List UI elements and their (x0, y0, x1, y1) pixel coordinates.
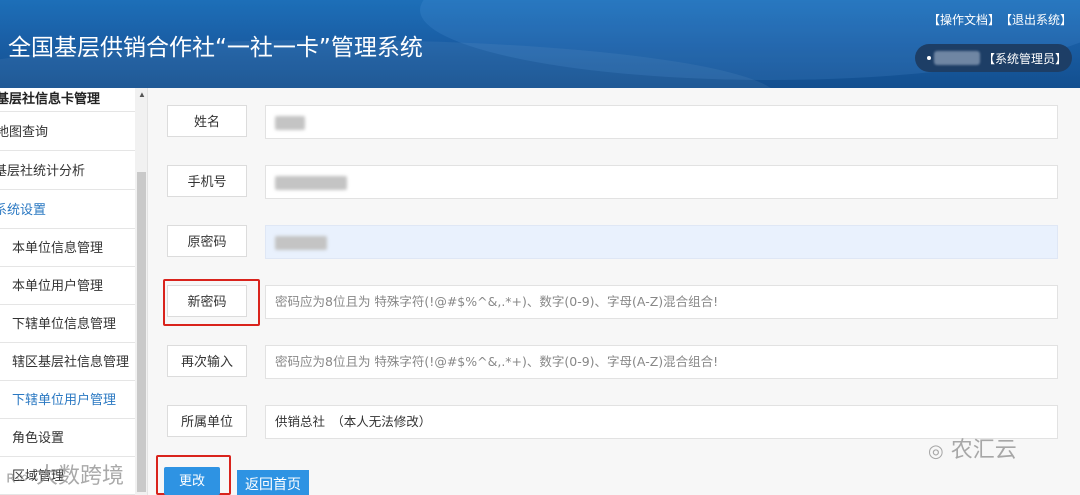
old-password-label: 原密码 (167, 225, 247, 257)
sidebar-menu: 基层社信息卡管理 地图查询 基层社统计分析 系统设置 本单位信息管理 本单位用户… (0, 88, 135, 495)
user-dot (927, 56, 931, 60)
phone-field (265, 165, 1058, 199)
sidebar-item-role-settings[interactable]: 角色设置 (0, 419, 135, 457)
user-role: 【系统管理员】 (983, 51, 1068, 66)
old-password-redacted (275, 235, 327, 250)
name-label: 姓名 (167, 105, 247, 137)
wechat-icon: ◎ (928, 441, 944, 462)
sidebar-item-sub-unit-info[interactable]: 下辖单位信息管理 (0, 305, 135, 343)
user-name-redacted (934, 51, 980, 65)
watermark-logo-icon: ʀ∞ (6, 467, 29, 487)
user-badge: 【系统管理员】 (915, 44, 1072, 72)
sidebar-item-unit-users[interactable]: 本单位用户管理 (0, 267, 135, 305)
confirm-password-label: 再次输入 (167, 345, 247, 377)
unit-label: 所属单位 (167, 405, 247, 437)
sidebar: 基层社信息卡管理 地图查询 基层社统计分析 系统设置 本单位信息管理 本单位用户… (0, 88, 148, 495)
sidebar-item-region-coops[interactable]: 辖区基层社信息管理 (0, 343, 135, 381)
sidebar-item-map-query[interactable]: 地图查询 (0, 112, 135, 151)
name-field (265, 105, 1058, 139)
top-links: 【操作文档】 【退出系统】 (922, 11, 1072, 28)
scroll-thumb[interactable] (137, 172, 146, 492)
watermark-right: ◎ 农汇云 (928, 438, 1017, 463)
phone-redacted (275, 175, 347, 190)
sidebar-item-statistics[interactable]: 基层社统计分析 (0, 151, 135, 190)
old-password-row: 原密码 (148, 225, 1080, 261)
name-redacted (275, 115, 305, 130)
docs-link[interactable]: 【操作文档】 (928, 13, 1000, 27)
sidebar-item-sub-unit-users[interactable]: 下辖单位用户管理 (0, 381, 135, 419)
phone-row: 手机号 (148, 165, 1080, 201)
watermark-left: ʀ∞ 大数跨境 (6, 464, 124, 489)
logout-link[interactable]: 【退出系统】 (1006, 13, 1072, 27)
sidebar-item-unit-info[interactable]: 本单位信息管理 (0, 229, 135, 267)
app-header: 全国基层供销合作社“一社一卡”管理系统 【操作文档】 【退出系统】 【系统管理员】 (0, 0, 1080, 88)
scroll-up-arrow-icon[interactable]: ▲ (138, 90, 146, 99)
update-button[interactable]: 更改 (164, 467, 220, 495)
name-row: 姓名 (148, 105, 1080, 141)
sidebar-item-card-management[interactable]: 基层社信息卡管理 (0, 88, 135, 112)
sidebar-item-system-settings[interactable]: 系统设置 (0, 190, 135, 229)
sidebar-scrollbar[interactable]: ▲ (135, 88, 147, 495)
phone-label: 手机号 (167, 165, 247, 197)
new-password-input[interactable]: 密码应为8位且为 特殊字符(!@#$%^&,.*+)、数字(0-9)、字母(A-… (265, 285, 1058, 319)
back-home-button[interactable]: 返回首页 (237, 470, 309, 495)
confirm-password-row: 再次输入 密码应为8位且为 特殊字符(!@#$%^&,.*+)、数字(0-9)、… (148, 345, 1080, 381)
new-password-row: 新密码 密码应为8位且为 特殊字符(!@#$%^&,.*+)、数字(0-9)、字… (148, 285, 1080, 321)
app-title: 全国基层供销合作社“一社一卡”管理系统 (8, 35, 423, 61)
confirm-password-input[interactable]: 密码应为8位且为 特殊字符(!@#$%^&,.*+)、数字(0-9)、字母(A-… (265, 345, 1058, 379)
old-password-input[interactable] (265, 225, 1058, 259)
new-password-highlight (163, 279, 260, 326)
